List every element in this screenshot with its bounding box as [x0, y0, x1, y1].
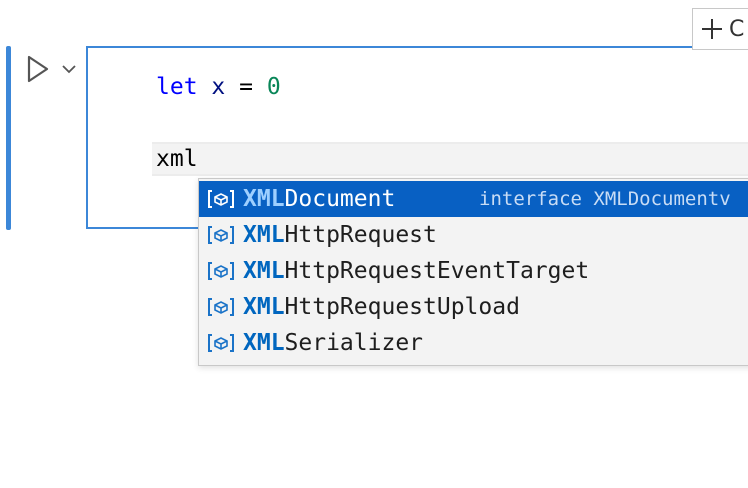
- suggestion-item[interactable]: XMLHttpRequest: [199, 217, 748, 253]
- suggestion-label: XMLHttpRequest: [243, 222, 437, 248]
- add-code-cell-button[interactable]: C: [692, 8, 748, 50]
- interface-symbol-icon: [208, 226, 234, 244]
- interface-symbol-icon: [208, 190, 234, 208]
- code-line-2: xml: [156, 146, 198, 172]
- plus-icon: [702, 19, 722, 39]
- keyword-token: let: [156, 74, 198, 100]
- cell-options-button[interactable]: [58, 58, 80, 80]
- run-cell-button[interactable]: [24, 54, 52, 84]
- operator-token: =: [239, 74, 253, 100]
- interface-symbol-icon: [208, 298, 234, 316]
- add-code-cell-label: C: [729, 16, 745, 42]
- suggestion-item[interactable]: XMLHttpRequestUpload: [199, 289, 748, 325]
- suggestion-item[interactable]: XMLHttpRequestEventTarget: [199, 253, 748, 289]
- suggestion-label: XMLSerializer: [243, 330, 424, 356]
- suggestion-label: XMLHttpRequestEventTarget: [243, 258, 590, 284]
- interface-symbol-icon: [208, 334, 234, 352]
- cell-active-indicator: [6, 46, 11, 230]
- suggestion-item[interactable]: XMLSerializer: [199, 325, 748, 361]
- suggest-widget: XMLDocument interface XMLDocumentv XMLHt…: [198, 178, 748, 366]
- chevron-down-icon: [62, 65, 76, 74]
- interface-symbol-icon: [208, 262, 234, 280]
- identifier-token: x: [211, 74, 226, 100]
- current-line-highlight: [152, 142, 748, 176]
- play-icon: [27, 55, 49, 83]
- suggestion-item[interactable]: XMLDocument interface XMLDocumentv: [199, 181, 748, 217]
- suggestion-label: XMLDocument: [243, 186, 396, 212]
- number-token: 0: [266, 74, 281, 100]
- code-line-1: let x = 0: [156, 72, 281, 102]
- suggestion-label: XMLHttpRequestUpload: [243, 294, 520, 320]
- suggestion-detail: interface XMLDocumentv: [479, 188, 731, 210]
